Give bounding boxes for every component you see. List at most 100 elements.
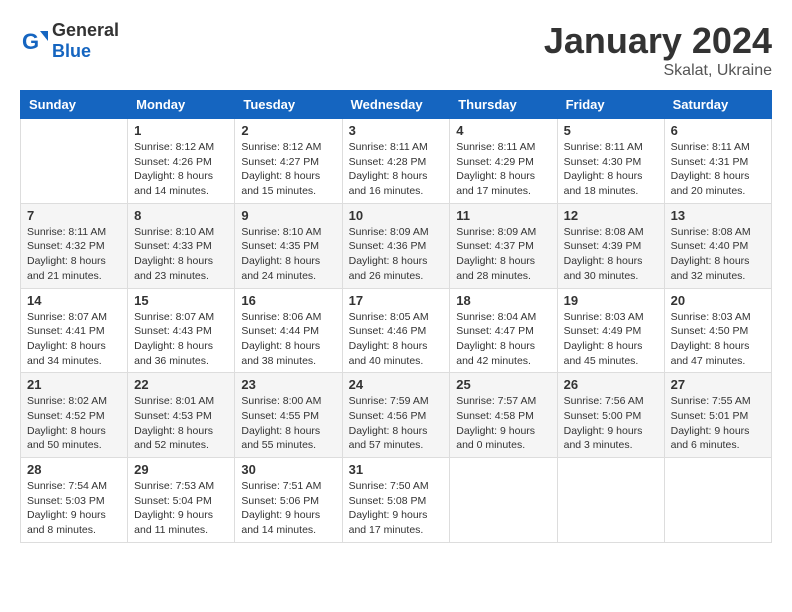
day-info: Sunrise: 7:50 AMSunset: 5:08 PMDaylight:…	[349, 479, 444, 538]
day-of-week-header: Thursday	[450, 91, 557, 119]
calendar-day-cell: 8 Sunrise: 8:10 AMSunset: 4:33 PMDaylight…	[128, 203, 235, 288]
day-number: 30	[241, 462, 335, 477]
day-number: 25	[456, 377, 550, 392]
calendar-day-cell: 7 Sunrise: 8:11 AMSunset: 4:32 PMDaylight…	[21, 203, 128, 288]
logo-text: General Blue	[52, 20, 119, 62]
day-info: Sunrise: 8:04 AMSunset: 4:47 PMDaylight:…	[456, 310, 550, 369]
day-info: Sunrise: 8:12 AMSunset: 4:27 PMDaylight:…	[241, 140, 335, 199]
day-info: Sunrise: 7:57 AMSunset: 4:58 PMDaylight:…	[456, 394, 550, 453]
day-number: 13	[671, 208, 765, 223]
calendar-day-cell: 29 Sunrise: 7:53 AMSunset: 5:04 PMDayligh…	[128, 458, 235, 543]
day-info: Sunrise: 8:08 AMSunset: 4:40 PMDaylight:…	[671, 225, 765, 284]
location-subtitle: Skalat, Ukraine	[544, 62, 772, 80]
calendar-day-cell: 4 Sunrise: 8:11 AMSunset: 4:29 PMDaylight…	[450, 119, 557, 204]
calendar-day-cell: 3 Sunrise: 8:11 AMSunset: 4:28 PMDaylight…	[342, 119, 450, 204]
day-info: Sunrise: 8:07 AMSunset: 4:41 PMDaylight:…	[27, 310, 121, 369]
day-info: Sunrise: 8:09 AMSunset: 4:36 PMDaylight:…	[349, 225, 444, 284]
day-info: Sunrise: 8:12 AMSunset: 4:26 PMDaylight:…	[134, 140, 228, 199]
calendar-day-cell: 2 Sunrise: 8:12 AMSunset: 4:27 PMDaylight…	[235, 119, 342, 204]
calendar-day-cell: 18 Sunrise: 8:04 AMSunset: 4:47 PMDayligh…	[450, 288, 557, 373]
calendar-day-cell: 22Sunrise: 8:01 AMSunset: 4:53 PMDayligh…	[128, 373, 235, 458]
calendar-week-row: 28Sunrise: 7:54 AMSunset: 5:03 PMDayligh…	[21, 458, 772, 543]
day-number: 9	[241, 208, 335, 223]
day-info: Sunrise: 8:05 AMSunset: 4:46 PMDaylight:…	[349, 310, 444, 369]
day-info: Sunrise: 8:03 AMSunset: 4:49 PMDaylight:…	[564, 310, 658, 369]
day-of-week-header: Sunday	[21, 91, 128, 119]
day-info: Sunrise: 7:55 AMSunset: 5:01 PMDaylight:…	[671, 394, 765, 453]
day-info: Sunrise: 8:09 AMSunset: 4:37 PMDaylight:…	[456, 225, 550, 284]
day-number: 5	[564, 123, 658, 138]
calendar-day-cell	[557, 458, 664, 543]
day-info: Sunrise: 8:11 AMSunset: 4:32 PMDaylight:…	[27, 225, 121, 284]
calendar-day-cell: 12 Sunrise: 8:08 AMSunset: 4:39 PMDayligh…	[557, 203, 664, 288]
title-area: January 2024 Skalat, Ukraine	[544, 20, 772, 80]
calendar-day-cell: 1 Sunrise: 8:12 AMSunset: 4:26 PMDaylight…	[128, 119, 235, 204]
day-info: Sunrise: 7:59 AMSunset: 4:56 PMDaylight:…	[349, 394, 444, 453]
day-number: 16	[241, 293, 335, 308]
calendar-day-cell: 31Sunrise: 7:50 AMSunset: 5:08 PMDayligh…	[342, 458, 450, 543]
day-number: 20	[671, 293, 765, 308]
calendar-week-row: 21Sunrise: 8:02 AMSunset: 4:52 PMDayligh…	[21, 373, 772, 458]
day-info: Sunrise: 7:51 AMSunset: 5:06 PMDaylight:…	[241, 479, 335, 538]
day-info: Sunrise: 7:53 AMSunset: 5:04 PMDaylight:…	[134, 479, 228, 538]
calendar-day-cell	[450, 458, 557, 543]
calendar-header-row: SundayMondayTuesdayWednesdayThursdayFrid…	[21, 91, 772, 119]
calendar-day-cell: 28Sunrise: 7:54 AMSunset: 5:03 PMDayligh…	[21, 458, 128, 543]
day-info: Sunrise: 8:11 AMSunset: 4:31 PMDaylight:…	[671, 140, 765, 199]
day-info: Sunrise: 8:01 AMSunset: 4:53 PMDaylight:…	[134, 394, 228, 453]
calendar-day-cell: 13 Sunrise: 8:08 AMSunset: 4:40 PMDayligh…	[664, 203, 771, 288]
day-number: 17	[349, 293, 444, 308]
day-number: 1	[134, 123, 228, 138]
day-info: Sunrise: 8:11 AMSunset: 4:30 PMDaylight:…	[564, 140, 658, 199]
calendar-week-row: 14Sunrise: 8:07 AMSunset: 4:41 PMDayligh…	[21, 288, 772, 373]
calendar-day-cell	[664, 458, 771, 543]
day-number: 12	[564, 208, 658, 223]
day-of-week-header: Wednesday	[342, 91, 450, 119]
day-number: 7	[27, 208, 121, 223]
day-number: 18	[456, 293, 550, 308]
day-info: Sunrise: 8:00 AMSunset: 4:55 PMDaylight:…	[241, 394, 335, 453]
day-number: 10	[349, 208, 444, 223]
calendar-day-cell: 17 Sunrise: 8:05 AMSunset: 4:46 PMDayligh…	[342, 288, 450, 373]
day-number: 6	[671, 123, 765, 138]
day-of-week-header: Tuesday	[235, 91, 342, 119]
logo-general: General	[52, 20, 119, 40]
logo-icon: G	[20, 27, 48, 55]
day-number: 8	[134, 208, 228, 223]
calendar-day-cell: 10 Sunrise: 8:09 AMSunset: 4:36 PMDayligh…	[342, 203, 450, 288]
day-info: Sunrise: 8:11 AMSunset: 4:29 PMDaylight:…	[456, 140, 550, 199]
calendar-day-cell: 26 Sunrise: 7:56 AMSunset: 5:00 PMDayligh…	[557, 373, 664, 458]
calendar-week-row: 1 Sunrise: 8:12 AMSunset: 4:26 PMDaylight…	[21, 119, 772, 204]
svg-text:G: G	[22, 29, 39, 54]
calendar-day-cell: 15Sunrise: 8:07 AMSunset: 4:43 PMDayligh…	[128, 288, 235, 373]
logo-blue: Blue	[52, 41, 91, 61]
calendar-day-cell: 9Sunrise: 8:10 AMSunset: 4:35 PMDaylight…	[235, 203, 342, 288]
day-number: 28	[27, 462, 121, 477]
day-number: 11	[456, 208, 550, 223]
day-number: 23	[241, 377, 335, 392]
page-header: G General Blue January 2024 Skalat, Ukra…	[20, 20, 772, 80]
calendar-day-cell	[21, 119, 128, 204]
day-number: 26	[564, 377, 658, 392]
calendar-day-cell: 11 Sunrise: 8:09 AMSunset: 4:37 PMDayligh…	[450, 203, 557, 288]
day-number: 2	[241, 123, 335, 138]
day-number: 19	[564, 293, 658, 308]
calendar-day-cell: 25 Sunrise: 7:57 AMSunset: 4:58 PMDayligh…	[450, 373, 557, 458]
day-number: 21	[27, 377, 121, 392]
calendar-table: SundayMondayTuesdayWednesdayThursdayFrid…	[20, 90, 772, 543]
day-info: Sunrise: 7:56 AMSunset: 5:00 PMDaylight:…	[564, 394, 658, 453]
calendar-day-cell: 5 Sunrise: 8:11 AMSunset: 4:30 PMDaylight…	[557, 119, 664, 204]
day-number: 27	[671, 377, 765, 392]
calendar-day-cell: 19 Sunrise: 8:03 AMSunset: 4:49 PMDayligh…	[557, 288, 664, 373]
day-number: 29	[134, 462, 228, 477]
calendar-day-cell: 14Sunrise: 8:07 AMSunset: 4:41 PMDayligh…	[21, 288, 128, 373]
day-info: Sunrise: 8:10 AMSunset: 4:33 PMDaylight:…	[134, 225, 228, 284]
calendar-day-cell: 27 Sunrise: 7:55 AMSunset: 5:01 PMDayligh…	[664, 373, 771, 458]
day-number: 3	[349, 123, 444, 138]
day-number: 4	[456, 123, 550, 138]
calendar-week-row: 7 Sunrise: 8:11 AMSunset: 4:32 PMDaylight…	[21, 203, 772, 288]
day-info: Sunrise: 8:11 AMSunset: 4:28 PMDaylight:…	[349, 140, 444, 199]
calendar-day-cell: 30 Sunrise: 7:51 AMSunset: 5:06 PMDayligh…	[235, 458, 342, 543]
calendar-day-cell: 16Sunrise: 8:06 AMSunset: 4:44 PMDayligh…	[235, 288, 342, 373]
day-info: Sunrise: 8:08 AMSunset: 4:39 PMDaylight:…	[564, 225, 658, 284]
